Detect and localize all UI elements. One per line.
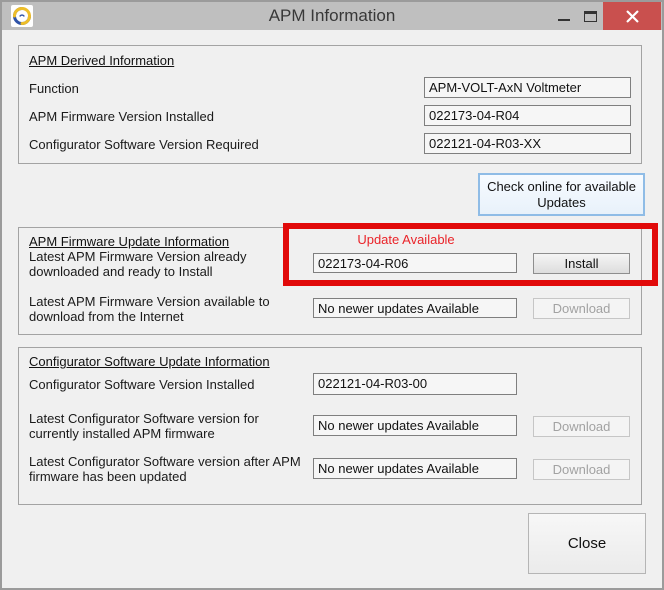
function-label: Function [29, 81, 79, 96]
firmware-ready-label: Latest APM Firmware Version already down… [29, 249, 247, 279]
close-window-button[interactable] [603, 2, 661, 30]
minimize-button[interactable] [552, 2, 576, 30]
software-update-group: Configurator Software Update Information… [18, 347, 642, 505]
software-update-heading: Configurator Software Update Information [29, 354, 270, 369]
software-after-value-field: No newer updates Available [313, 458, 517, 479]
firmware-internet-value-field: No newer updates Available [313, 298, 517, 318]
close-button[interactable]: Close [528, 513, 646, 574]
minimize-icon [558, 19, 570, 21]
software-current-label: Latest Configurator Software version for… [29, 411, 259, 441]
firmware-update-heading: APM Firmware Update Information [29, 234, 230, 249]
derived-info-group: APM Derived Information Function APM-VOL… [18, 45, 642, 164]
download-software-after-button[interactable]: Download [533, 459, 630, 480]
apm-information-dialog: APM Information APM Derived Information … [0, 0, 664, 590]
firmware-internet-label: Latest APM Firmware Version available to… [29, 294, 270, 324]
software-current-value-field: No newer updates Available [313, 415, 517, 436]
close-icon [626, 10, 638, 22]
install-button[interactable]: Install [533, 253, 630, 274]
software-installed-value-field: 022121-04-R03-00 [313, 373, 517, 395]
maximize-button[interactable] [578, 2, 602, 30]
firmware-installed-value-field: 022173-04-R04 [424, 105, 631, 126]
maximize-icon [583, 10, 597, 22]
update-available-status: Update Available [357, 232, 455, 247]
function-value-field: APM-VOLT-AxN Voltmeter [424, 77, 631, 98]
download-firmware-button[interactable]: Download [533, 298, 630, 319]
check-online-updates-button[interactable]: Check online for available Updates [478, 173, 645, 216]
configurator-required-label: Configurator Software Version Required [29, 137, 259, 152]
title-bar: APM Information [2, 2, 662, 30]
firmware-ready-value-field: 022173-04-R06 [313, 253, 517, 273]
configurator-required-value-field: 022121-04-R03-XX [424, 133, 631, 154]
download-software-current-button[interactable]: Download [533, 416, 630, 437]
derived-info-heading: APM Derived Information [29, 53, 175, 68]
firmware-installed-label: APM Firmware Version Installed [29, 109, 214, 124]
software-installed-label: Configurator Software Version Installed [29, 377, 255, 392]
software-after-label: Latest Configurator Software version aft… [29, 454, 301, 484]
